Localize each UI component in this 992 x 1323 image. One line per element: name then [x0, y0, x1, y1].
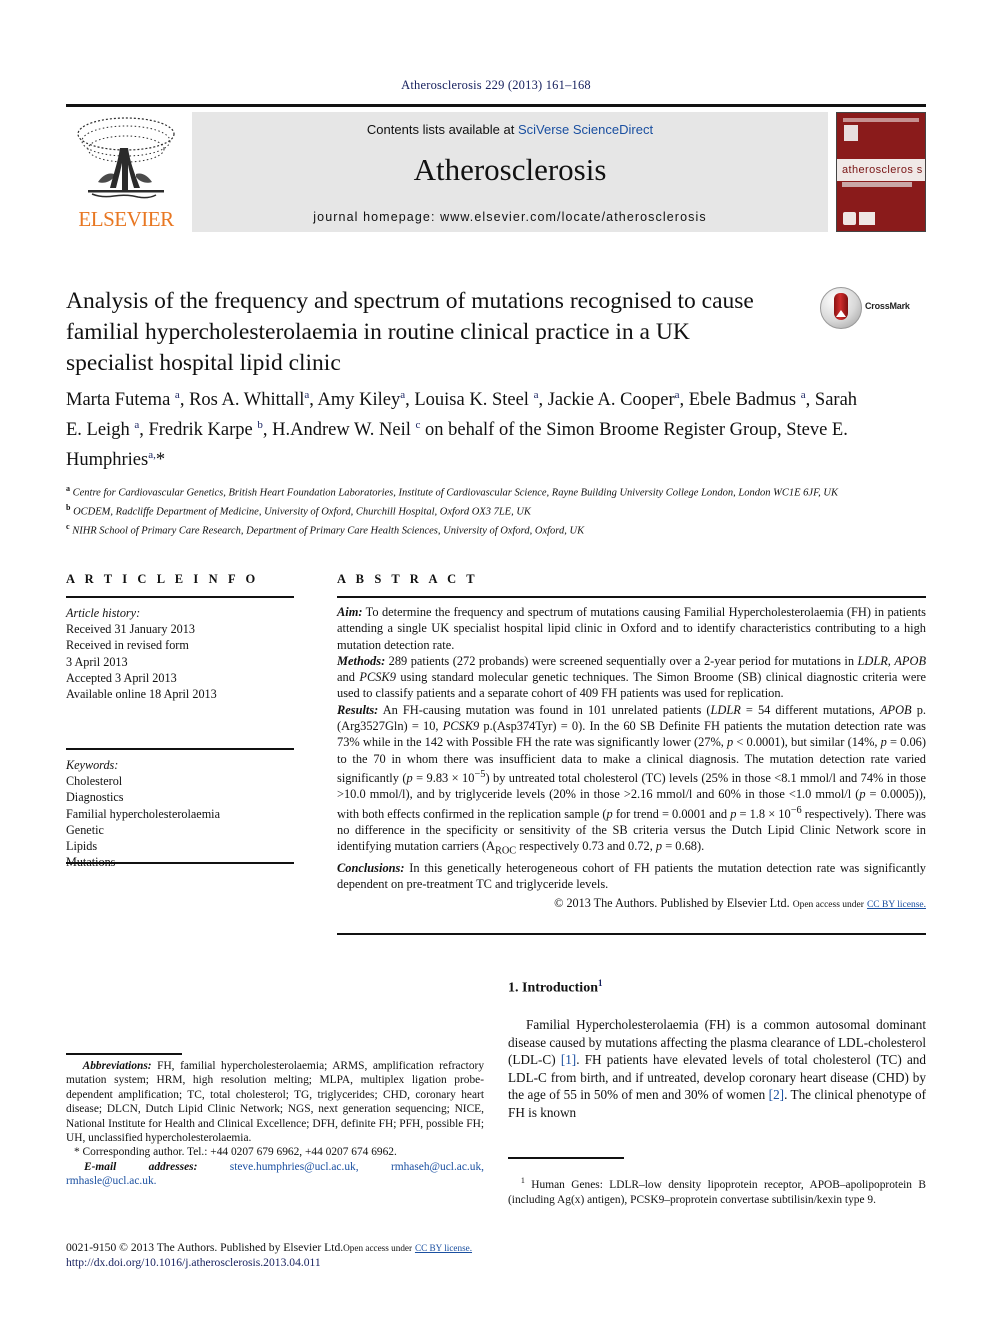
- footer-license-link[interactable]: CC BY license.: [415, 1243, 472, 1253]
- keyword-item: Lipids: [66, 839, 98, 854]
- keyword-item: Genetic: [66, 822, 104, 837]
- footer-copyright-line: 0021-9150 © 2013 The Authors. Published …: [66, 1241, 586, 1256]
- abstract-aim-label: Aim:: [337, 605, 363, 619]
- cover-title-band: atheroscleros s: [837, 159, 925, 181]
- keyword-item: Diagnostics: [66, 790, 124, 805]
- keywords-block: Keywords: Cholesterol Diagnostics Famili…: [66, 757, 294, 870]
- abstract-open-access: Open access under: [792, 899, 864, 910]
- sciencedirect-link[interactable]: SciVerse ScienceDirect: [518, 122, 653, 137]
- abstract-conclusions-label: Conclusions:: [337, 861, 405, 876]
- abstract-rule-bottom: [337, 933, 926, 935]
- affiliations: a Centre for Cardiovascular Genetics, Br…: [66, 482, 926, 539]
- contents-lists-line: Contents lists available at SciVerse Sci…: [192, 122, 828, 137]
- footer-open-access: Open access under: [343, 1243, 413, 1253]
- journal-title: Atherosclerosis: [413, 152, 607, 187]
- abstract-copyright-line: © 2013 The Authors. Published by Elsevie…: [337, 895, 926, 913]
- history-line: Received in revised form: [66, 638, 189, 653]
- elsevier-logo: ELSEVIER: [66, 112, 188, 232]
- header-top-rule: [66, 104, 926, 107]
- cover-mark: [844, 125, 858, 141]
- abstract-results: Results: An FH-causing mutation was foun…: [337, 702, 926, 860]
- abbreviations-label: Abbreviations:: [82, 1060, 152, 1072]
- abstract-methods-text: 289 patients (272 probands) were screene…: [337, 653, 927, 701]
- paper-page: Atherosclerosis 229 (2013) 161–168 ELSEV…: [0, 0, 992, 1323]
- article-info-rule-mid: [66, 748, 294, 750]
- running-head: Atherosclerosis 229 (2013) 161–168: [401, 78, 591, 92]
- affiliation-a: a Centre for Cardiovascular Genetics, Br…: [66, 484, 838, 499]
- abstract-copyright: © 2013 The Authors. Published by Elsevie…: [554, 895, 790, 910]
- elsevier-tree-icon: [70, 114, 182, 207]
- affiliation-c: c NIHR School of Primary Care Research, …: [66, 522, 585, 537]
- abstract-heading: A B S T R A C T: [337, 572, 479, 586]
- article-history-label: Article history:: [66, 606, 141, 620]
- email-note: E-mail addresses: steve.humphries@ucl.ac…: [66, 1160, 484, 1189]
- page-footer: 0021-9150 © 2013 The Authors. Published …: [66, 1241, 586, 1270]
- introduction-heading-text: 1. Introduction: [508, 980, 598, 996]
- article-info-heading: A R T I C L E I N F O: [66, 572, 259, 586]
- introduction-heading: 1. Introduction1: [508, 978, 602, 997]
- history-line: Available online 18 April 2013: [66, 687, 217, 702]
- footnotes-right: 1 Human Genes: LDLR–low density lipoprot…: [508, 1163, 926, 1218]
- email-label: E-mail addresses:: [84, 1160, 198, 1173]
- cover-top-bar: [843, 118, 919, 122]
- keyword-item: Familial hypercholesterolaemia: [66, 806, 220, 821]
- abstract-license-link[interactable]: CC BY license.: [867, 900, 926, 910]
- journal-header: ELSEVIER Contents lists available at Sci…: [66, 112, 926, 232]
- abstract-methods-label: Methods:: [337, 653, 386, 668]
- abstract-conclusions: Conclusions: In this genetically heterog…: [337, 860, 926, 893]
- journal-homepage[interactable]: journal homepage: www.elsevier.com/locat…: [192, 210, 828, 224]
- cover-icon-1: [843, 212, 856, 225]
- abstract-aim-text: To determine the frequency and spectrum …: [337, 605, 926, 652]
- human-genes-note: 1 Human Genes: LDLR–low density lipoprot…: [508, 1174, 926, 1207]
- affiliation-b: b OCDEM, Radcliffe Department of Medicin…: [66, 503, 531, 518]
- abstract-conclusions-text: In this genetically heterogeneous cohort…: [337, 861, 926, 892]
- crossmark-arrow-icon: [836, 310, 846, 317]
- abbreviations-text: FH, familial hypercholesterolaemia; ARMS…: [66, 1060, 485, 1145]
- abstract-aim: Aim: To determine the frequency and spec…: [337, 604, 926, 653]
- abstract-body: Aim: To determine the frequency and spec…: [337, 604, 926, 913]
- journal-cover-thumbnail: atheroscleros s: [836, 112, 926, 232]
- cover-footer-icons: [843, 212, 875, 225]
- footnote-rule-right: [508, 1157, 624, 1159]
- keyword-item: Mutations: [66, 855, 116, 870]
- introduction-footnote-marker: 1: [597, 978, 603, 988]
- crossmark-badge[interactable]: CrossMark: [820, 287, 926, 329]
- history-line: Received 31 January 2013: [66, 622, 195, 637]
- cover-subtitle-band: [842, 182, 912, 187]
- article-history: Article history: Received 31 January 201…: [66, 605, 294, 702]
- abstract-rule-top: [337, 596, 926, 598]
- cover-icon-2: [859, 212, 875, 225]
- introduction-paragraph: Familial Hypercholesterolaemia (FH) is a…: [508, 1017, 926, 1120]
- crossmark-label: CrossMark: [865, 301, 910, 311]
- contents-banner: Contents lists available at SciVerse Sci…: [192, 112, 828, 232]
- contents-prefix: Contents lists available at: [366, 122, 518, 137]
- footer-doi[interactable]: http://dx.doi.org/10.1016/j.atherosclero…: [66, 1256, 586, 1271]
- footnote-rule-left: [66, 1053, 182, 1055]
- corresponding-author-note: * Corresponding author. Tel.: +44 0207 6…: [74, 1146, 397, 1159]
- crossmark-icon: [820, 287, 862, 329]
- article-info-rule-top: [66, 596, 294, 598]
- abstract-results-label: Results:: [337, 702, 379, 717]
- human-genes-text: Human Genes: LDLR–low density lipoprotei…: [508, 1179, 927, 1206]
- elsevier-wordmark: ELSEVIER: [78, 207, 174, 231]
- keyword-item: Cholesterol: [66, 774, 123, 789]
- abstract-results-text: An FH-causing mutation was found in 101 …: [337, 702, 927, 857]
- footnotes-left: Abbreviations: FH, familial hypercholest…: [66, 1059, 484, 1189]
- history-line: Accepted 3 April 2013: [66, 670, 177, 685]
- page-title: Analysis of the frequency and spectrum o…: [66, 288, 754, 376]
- footer-issn-copyright: 0021-9150 © 2013 The Authors. Published …: [66, 1241, 344, 1254]
- keywords-label: Keywords:: [66, 758, 119, 772]
- abstract-methods: Methods: 289 patients (272 probands) wer…: [337, 653, 926, 702]
- author-list: Marta Futema a, Ros A. Whittalla, Amy Ki…: [66, 389, 858, 471]
- history-line: 3 April 2013: [66, 654, 128, 669]
- abbreviations-note: Abbreviations: FH, familial hypercholest…: [66, 1059, 484, 1145]
